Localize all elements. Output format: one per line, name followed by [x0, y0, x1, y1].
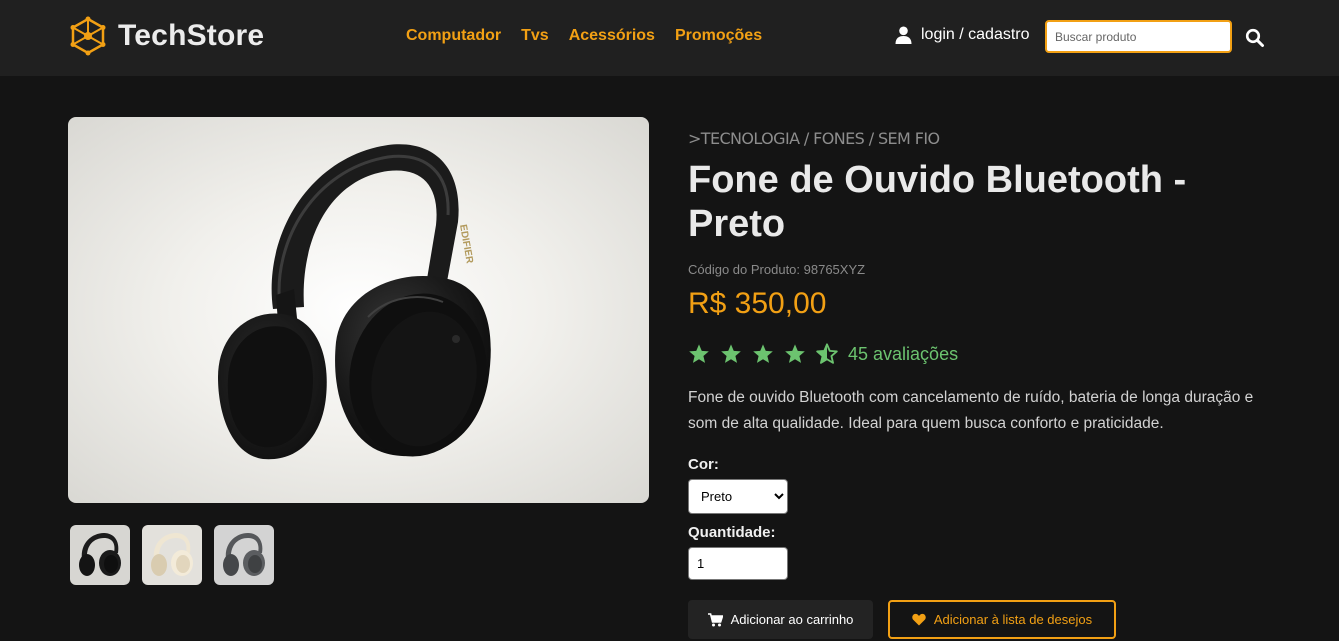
product-code: Código do Produto: 98765XYZ: [688, 262, 866, 277]
color-select[interactable]: Preto: [688, 479, 788, 514]
brand-logo[interactable]: TechStore: [70, 16, 264, 56]
heart-icon: [912, 613, 926, 626]
star-half-icon: [816, 343, 838, 364]
review-count[interactable]: 45 avaliações: [848, 344, 958, 365]
quantity-label: Quantidade:: [688, 524, 776, 541]
thumbnail-list: [70, 525, 274, 585]
main-nav: Computador Tvs Acessórios Promoções: [406, 27, 762, 45]
nav-item-tvs[interactable]: Tvs: [521, 27, 549, 45]
thumbnail-cream[interactable]: [142, 525, 202, 585]
nav-item-computador[interactable]: Computador: [406, 27, 501, 45]
add-to-wishlist-button[interactable]: Adicionar à lista de desejos: [888, 600, 1116, 639]
brand-name: TechStore: [118, 19, 265, 52]
add-to-wishlist-label: Adicionar à lista de desejos: [933, 612, 1093, 627]
nav-item-promocoes[interactable]: Promoções: [675, 27, 762, 45]
add-to-cart-label: Adicionar ao carrinho: [730, 612, 854, 627]
product-price: R$ 350,00: [688, 287, 827, 320]
product-description: Fone de ouvido Bluetooth com cancelament…: [688, 389, 1254, 432]
nav-item-acessorios[interactable]: Acessórios: [569, 27, 655, 45]
login-label: login / cadastro: [921, 26, 1030, 43]
quantity-input[interactable]: [688, 547, 788, 580]
add-to-cart-button[interactable]: Adicionar ao carrinho: [688, 600, 873, 639]
cart-icon: [707, 612, 723, 627]
color-label: Cor:: [688, 456, 719, 473]
star-full-icon: [753, 344, 773, 363]
star-full-icon: [785, 344, 805, 363]
star-full-icon: [721, 344, 741, 363]
hexagon-network-icon: [70, 16, 106, 56]
product-title: Fone de Ouvido Bluetooth - Preto: [688, 159, 1187, 245]
product-rating: 45 avaliações: [688, 343, 958, 365]
product-main-image: EDIFIER: [68, 117, 649, 503]
svg-text:EDIFIER: EDIFIER: [457, 224, 475, 266]
search-input[interactable]: [1045, 20, 1232, 53]
star-full-icon: [689, 344, 709, 363]
thumbnail-gray[interactable]: [214, 525, 274, 585]
site-header: TechStore Computador Tvs Acessórios Prom…: [0, 0, 1339, 76]
breadcrumb[interactable]: >TECNOLOGIA / FONES / SEM FIO: [688, 129, 940, 148]
search-icon[interactable]: [1244, 27, 1266, 49]
login-link[interactable]: login / cadastro: [895, 26, 1030, 44]
user-icon: [895, 26, 912, 44]
headphones-image: EDIFIER: [218, 144, 491, 460]
thumbnail-black[interactable]: [70, 525, 130, 585]
